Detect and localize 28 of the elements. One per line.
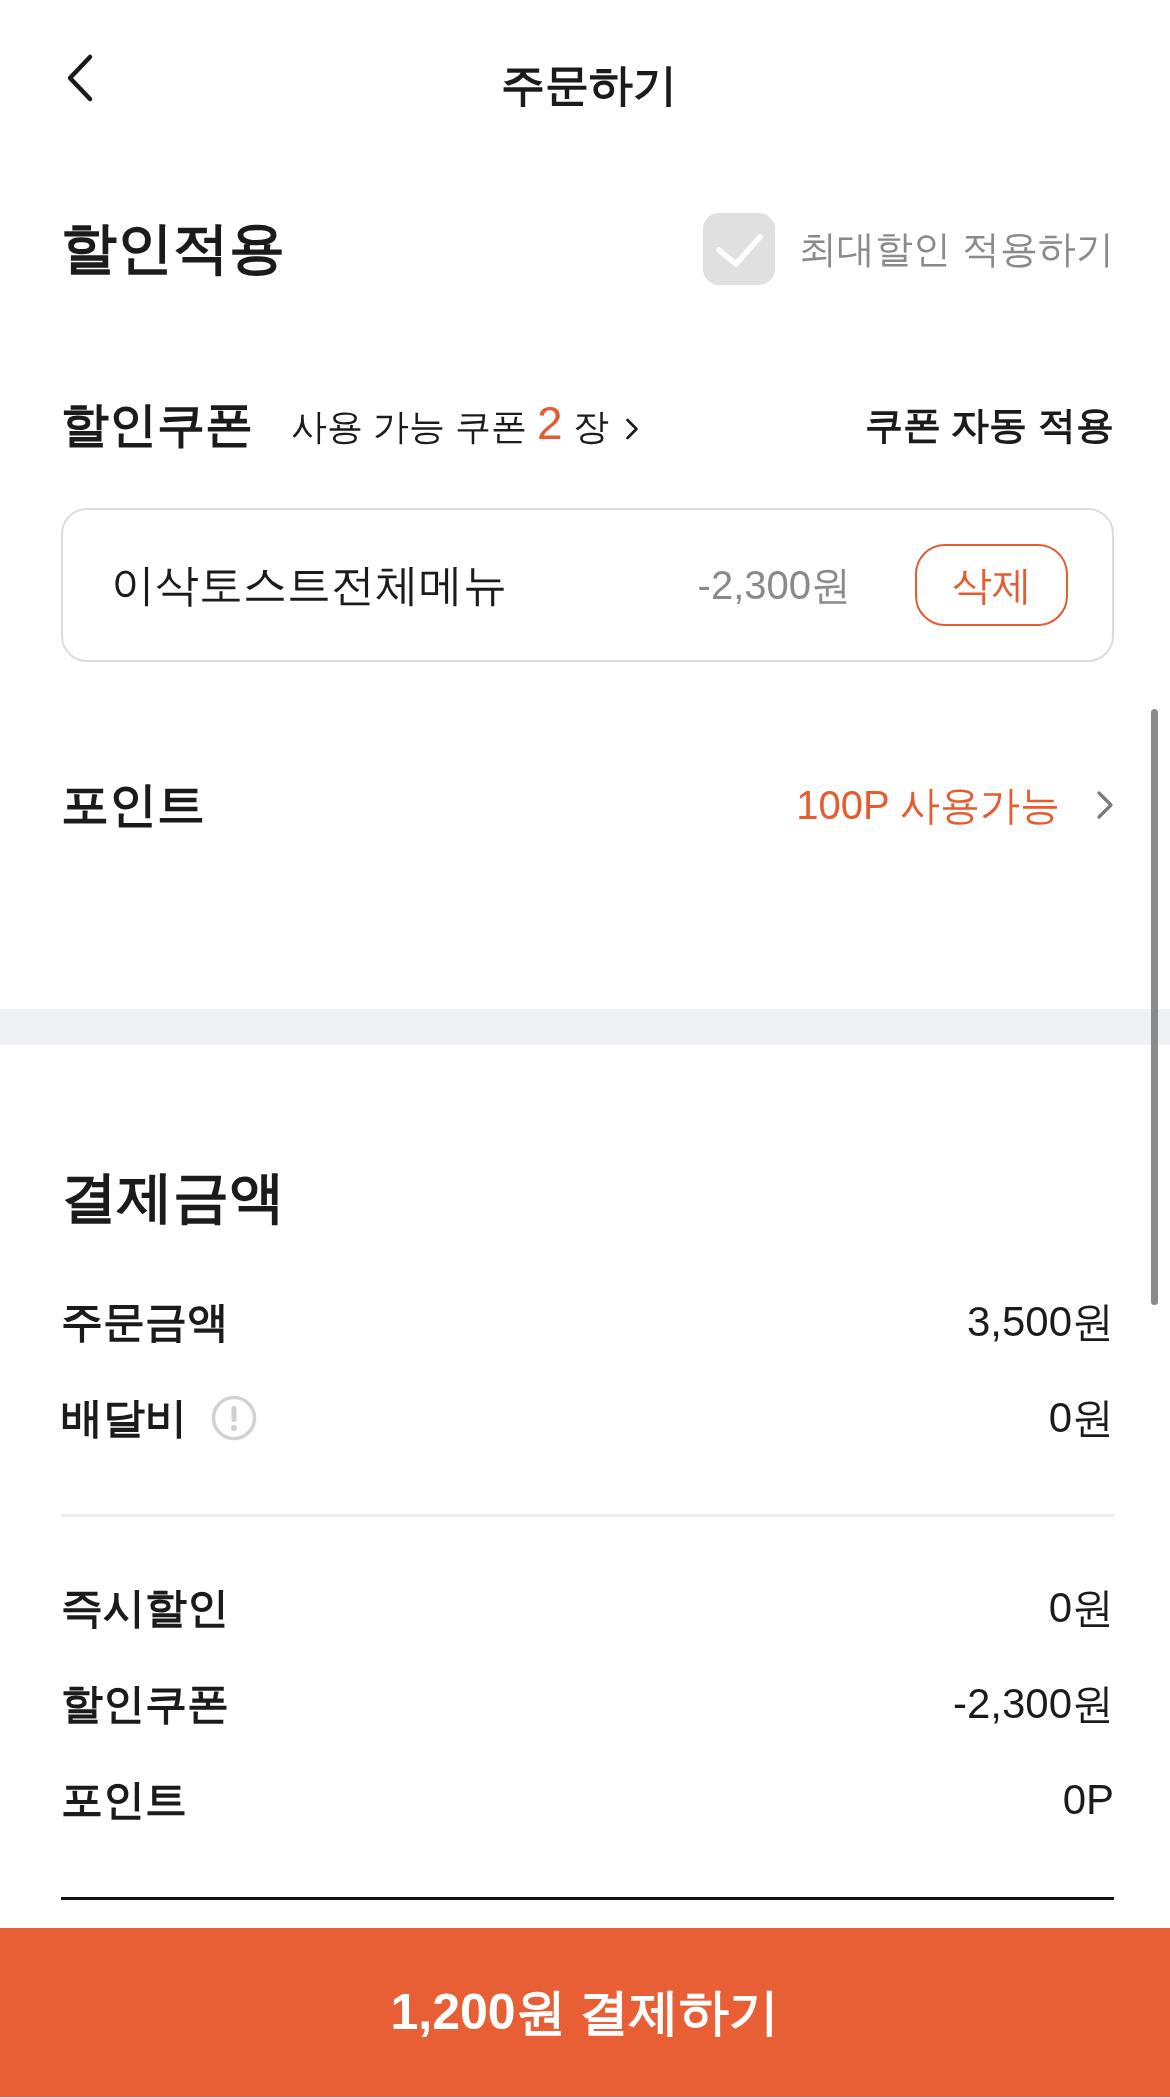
checkbox[interactable]: [703, 213, 776, 285]
section-heading: 포인트: [61, 777, 205, 833]
section-heading: 할인적용: [61, 215, 285, 281]
available-points-link[interactable]: 100P 사용가능: [796, 777, 1114, 833]
section-heading: 결제금액: [61, 1164, 285, 1230]
delete-button[interactable]: 삭제: [915, 544, 1068, 626]
fee-label: 포인트: [61, 1775, 187, 1825]
fee-amount: 0P: [1062, 1776, 1114, 1824]
pay-button[interactable]: 1,200원 결제하기: [0, 1928, 1170, 2097]
scrollbar-thumb[interactable]: [1151, 709, 1158, 1305]
chevron-right-icon: [1096, 790, 1114, 820]
fee-label: 배달비: [61, 1393, 187, 1443]
fee-label: 주문금액: [61, 1297, 229, 1347]
page-title: 주문하기: [501, 58, 677, 111]
fee-amount: 0원: [1048, 1393, 1114, 1443]
coupon-amount: -2,300원: [697, 561, 851, 609]
fee-amount: 3,500원: [966, 1297, 1114, 1347]
auto-apply-button[interactable]: 쿠폰 자동 적용: [864, 399, 1114, 451]
exclamation-circle-icon[interactable]: [211, 1395, 257, 1441]
section-heading: 할인쿠폰: [61, 397, 253, 453]
coupon-name: 이삭토스트전체메뉴: [111, 558, 507, 611]
fee-label: 즉시할인: [61, 1583, 229, 1633]
checkbox-label[interactable]: 최대할인 적용하기: [799, 223, 1114, 275]
fee-label: 할인쿠폰: [61, 1679, 229, 1729]
fee-amount: 0원: [1048, 1583, 1114, 1633]
chevron-right-icon: [624, 417, 639, 441]
available-coupons-link[interactable]: 사용 가능 쿠폰 2 장: [291, 398, 639, 452]
fee-amount: -2,300원: [952, 1679, 1114, 1729]
